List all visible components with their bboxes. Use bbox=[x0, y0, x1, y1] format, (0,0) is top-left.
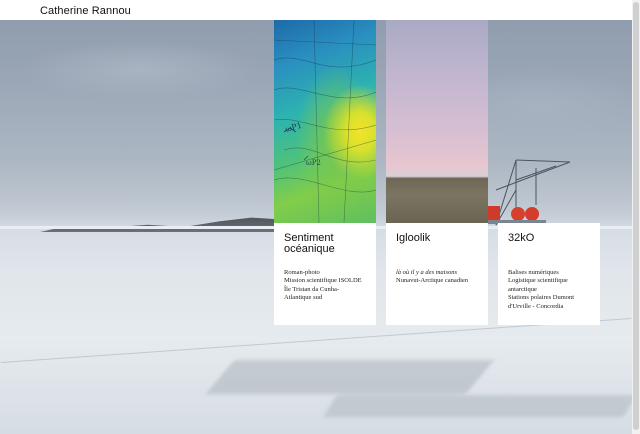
project-card-igloolik[interactable]: Igloolik là où il y a des maisons Nunavu… bbox=[386, 223, 488, 325]
contour-lines: ωP1 ωP2 bbox=[274, 20, 376, 223]
project-card-32ko[interactable]: 32kO Balises numériques Logistique scien… bbox=[498, 223, 600, 325]
sky-cloud bbox=[20, 40, 260, 100]
svg-text:ωP1: ωP1 bbox=[284, 121, 303, 134]
project-title[interactable]: 32kO bbox=[508, 233, 596, 244]
project-title[interactable]: Igloolik bbox=[396, 233, 484, 244]
rock-ridge bbox=[40, 217, 280, 232]
project-description: Balises numériques Logistique scientifiq… bbox=[508, 269, 575, 310]
snow-shadow bbox=[205, 360, 495, 394]
project-title[interactable]: Sentiment océanique bbox=[284, 233, 372, 255]
svg-text:ωP2: ωP2 bbox=[306, 159, 321, 167]
project-description: Roman-photo Mission scientifique ISOLDE … bbox=[284, 269, 362, 302]
arctic-landscape-thumbnail[interactable] bbox=[386, 20, 488, 223]
ocean-map-thumbnail[interactable]: ωP1 ωP2 bbox=[274, 20, 376, 223]
crane-structure bbox=[486, 159, 571, 226]
vertical-scrollbar[interactable] bbox=[632, 0, 640, 434]
site-title-link[interactable]: Catherine Rannou bbox=[40, 5, 131, 17]
project-description: là où il y a des maisons Nunavut-Arctiqu… bbox=[396, 269, 469, 285]
scrollbar-thumb[interactable] bbox=[633, 2, 639, 430]
project-card-sentiment-oceanique[interactable]: Sentiment océanique Roman-photo Mission … bbox=[274, 223, 376, 325]
site-header: Catherine Rannou bbox=[0, 0, 632, 20]
snow-shadow bbox=[323, 395, 632, 417]
